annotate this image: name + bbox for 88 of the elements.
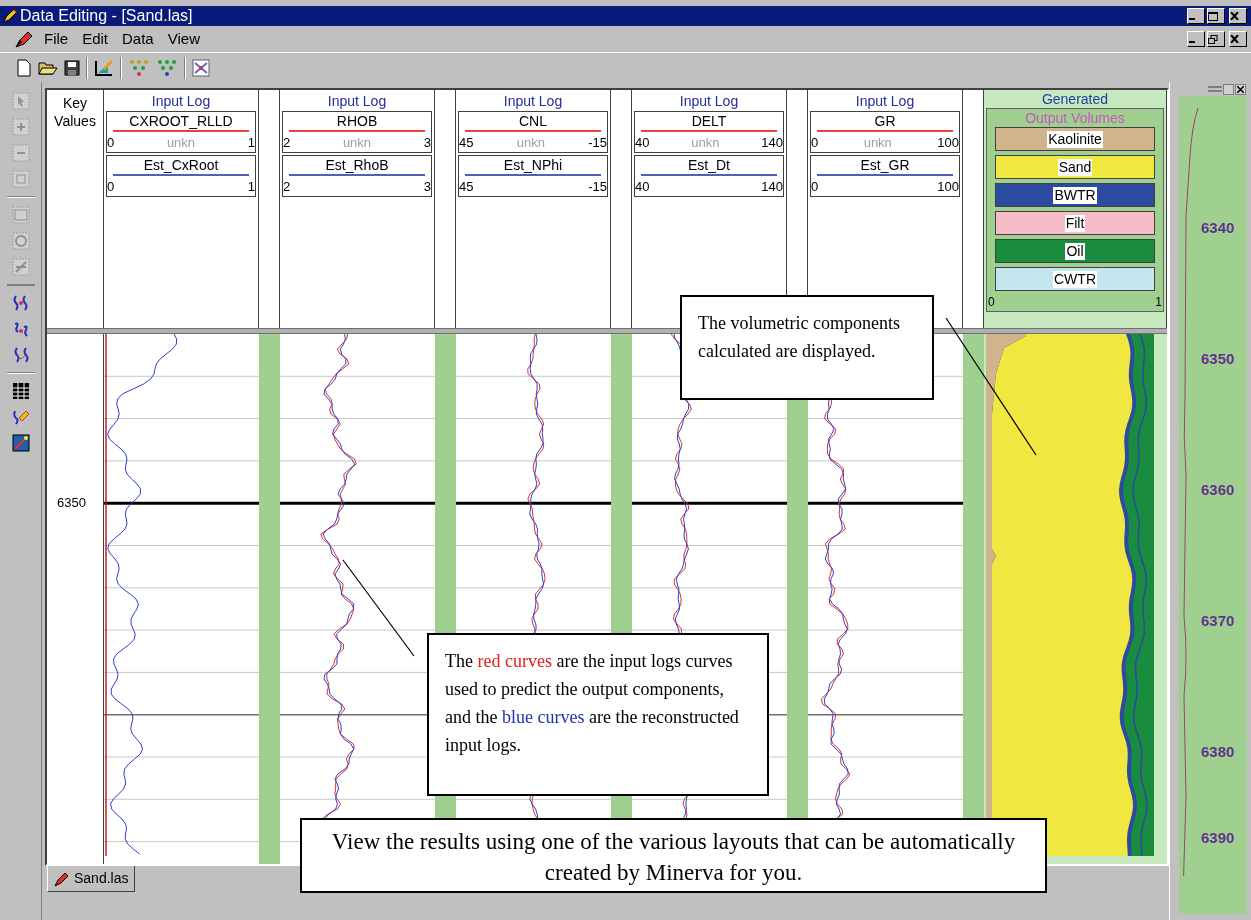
track-title: Input Log (503, 93, 563, 109)
close-icon (1230, 12, 1239, 20)
close-button[interactable] (1235, 83, 1246, 95)
legend-label: BWTR (1053, 186, 1097, 204)
scale-min: 0 (811, 178, 819, 196)
curve-name: Est_RhoB (324, 156, 390, 174)
scale-min: 0 (811, 134, 819, 152)
curve-name: Est_NPhi (502, 156, 564, 174)
new-file-icon[interactable] (16, 58, 32, 77)
minimize-button[interactable] (1187, 31, 1205, 47)
menu-item[interactable]: File (38, 27, 75, 51)
scale-min: 0 (988, 295, 995, 309)
curve-link-icon[interactable] (11, 294, 30, 312)
callout-text: The volumetric components calculated are displayed. (698, 312, 901, 363)
drag-handle-icon[interactable] (1208, 85, 1222, 93)
curve-name: CXROOT_RLLD (128, 112, 234, 130)
column-label: Key Values (53, 94, 97, 131)
image-edit-icon[interactable] (11, 434, 30, 452)
legend-label: Sand (1057, 158, 1093, 176)
legend-label: CWTR (1053, 270, 1097, 288)
legend-label: Kaolinite (1047, 130, 1103, 148)
scale-max: 140 (761, 134, 783, 152)
scale-max: 1 (247, 134, 255, 152)
menu-item[interactable]: Edit (76, 27, 115, 51)
window-title: Data Editing - [Sand.las] (20, 6, 194, 26)
scale-max: 100 (937, 178, 959, 196)
pencil-icon (14, 30, 34, 48)
curve-name: Est_CxRoot (142, 156, 220, 174)
scale-max: 140 (761, 178, 783, 196)
track-title: Input Log (855, 93, 915, 109)
close-icon (1230, 35, 1239, 43)
scale-min: 2 (283, 178, 291, 196)
curve-name: GR (873, 112, 897, 130)
track-title: Input Log (679, 93, 739, 109)
scale-min: 0 (107, 178, 115, 196)
track-title: Generated (1041, 90, 1109, 108)
legend-label: Oil (1065, 242, 1085, 260)
callout-text: View the results using one of the various layouts that can be automatically created by Minerva for you. (330, 828, 1017, 887)
depth-label: 6360 (1201, 480, 1235, 501)
restore-button[interactable] (1207, 31, 1225, 47)
network-icon[interactable] (156, 58, 178, 77)
curve-name: Est_Dt (687, 156, 731, 174)
open-folder-icon[interactable] (38, 59, 58, 76)
scale-max: 1 (1155, 295, 1162, 309)
track-subtitle: Output Volumes (1025, 109, 1125, 127)
document-tab[interactable]: Sand.las (47, 866, 136, 892)
curve-status: unkn (863, 134, 892, 152)
depth-label: 6370 (1201, 611, 1235, 632)
scale-min: 40 (635, 178, 650, 196)
scale-min: 2 (283, 134, 291, 152)
crossplot-icon[interactable] (192, 58, 210, 77)
scale-max: 3 (423, 178, 431, 196)
scale-max: -15 (588, 134, 607, 152)
track-title: Input Log (327, 93, 387, 109)
curve-name: Est_GR (859, 156, 911, 174)
curve-name: RHOB (335, 112, 379, 130)
menu-item[interactable]: View (161, 27, 206, 51)
curve-tool-icon[interactable] (11, 408, 30, 426)
legend-label: Filt (1064, 214, 1086, 232)
chart-edit-icon[interactable] (94, 58, 114, 77)
minimize-button[interactable] (1187, 8, 1205, 24)
pencil-icon (54, 870, 70, 887)
table-icon[interactable] (11, 382, 30, 400)
curve-status: unkn (691, 134, 720, 152)
scale-min: 45 (459, 178, 474, 196)
callout-text: The red curves are the input logs curves used to predict the output components, and the blue curves are the reconstructed input logs. (445, 650, 740, 757)
scale-max: 100 (937, 134, 959, 152)
depth-label: 6340 (1201, 218, 1235, 239)
scale-min: 40 (635, 134, 650, 152)
scale-max: -15 (588, 178, 607, 196)
curve-name: CNL (518, 112, 548, 130)
maximize-icon (1208, 11, 1218, 21)
track-title: Input Log (151, 93, 211, 109)
depth-label: 6390 (1201, 827, 1235, 848)
curve-name: DELT (690, 112, 728, 130)
scale-min: 45 (459, 134, 474, 152)
scale-min: 0 (107, 134, 115, 152)
scale-max: 3 (423, 134, 431, 152)
curve-status: unkn (166, 134, 196, 152)
depth-label: 6350 (1201, 349, 1235, 370)
save-icon[interactable] (64, 59, 80, 76)
curve-status: unkn (342, 134, 372, 152)
restore-icon (1208, 34, 1218, 44)
scale-max: 1 (247, 178, 255, 196)
depth-label: 6380 (1201, 742, 1235, 763)
menu-item[interactable]: Data (116, 27, 160, 51)
curve-status: unkn (516, 134, 545, 152)
pencil-icon (2, 8, 18, 24)
